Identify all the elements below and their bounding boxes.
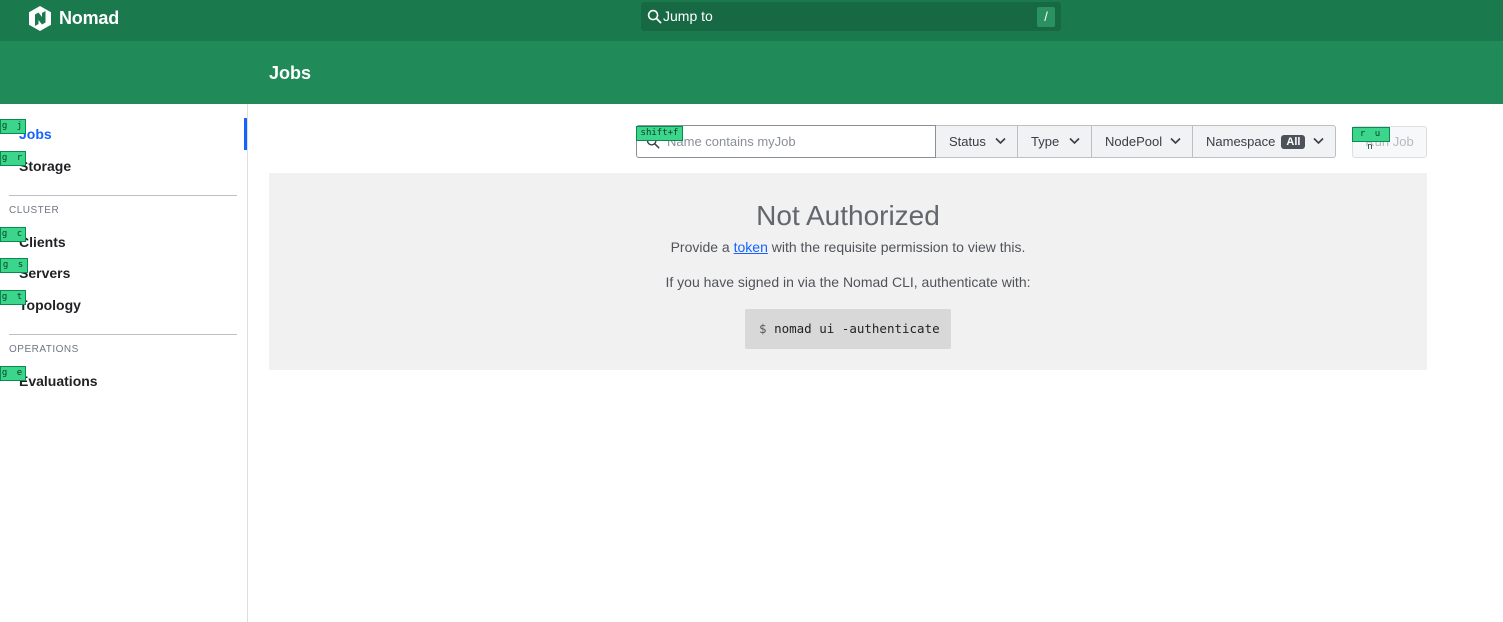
top-navbar: Nomad Jump to / <box>0 0 1503 41</box>
keyboard-hint-evaluations: g e <box>0 366 26 381</box>
filter-nodepool-label: NodePool <box>1105 134 1163 149</box>
keyboard-hint-run: r u n <box>1352 127 1390 152</box>
sidebar-item-topology[interactable]: Topology <box>19 297 81 313</box>
filter-nodepool[interactable]: NodePool <box>1092 125 1193 158</box>
active-indicator <box>244 118 247 150</box>
job-search-input[interactable] <box>667 126 927 157</box>
not-authorized-message: Provide a token with the requisite permi… <box>269 239 1427 255</box>
chevron-down-icon <box>995 137 1006 145</box>
brand-link[interactable]: Nomad <box>29 5 119 31</box>
not-authorized-panel: Not Authorized Provide a token with the … <box>269 173 1427 370</box>
code-command: nomad ui -authenticate <box>774 321 940 336</box>
keyboard-hint-jobs: g j <box>0 119 26 134</box>
section-label-cluster: CLUSTER <box>9 205 60 216</box>
sidebar-divider <box>9 195 237 196</box>
filter-status-label: Status <box>949 134 986 149</box>
filter-type[interactable]: Type <box>1018 125 1092 158</box>
nomad-logo-icon <box>29 5 51 31</box>
sidebar-item-clients[interactable]: Clients <box>19 234 66 250</box>
chevron-down-icon <box>1313 137 1324 145</box>
brand-name: Nomad <box>59 7 120 28</box>
jump-to-search[interactable]: Jump to / <box>641 2 1061 31</box>
sidebar-item-evaluations[interactable]: Evaluations <box>19 373 98 389</box>
filter-type-label: Type <box>1031 134 1060 149</box>
sidebar-item-storage[interactable]: Storage <box>19 158 71 174</box>
message-pre: Provide a <box>670 239 734 255</box>
token-link[interactable]: token <box>734 239 768 255</box>
keyboard-hint-servers: g s <box>0 258 28 273</box>
chevron-down-icon <box>1170 137 1181 145</box>
filter-namespace-label: Namespace <box>1206 134 1276 149</box>
sidebar-divider <box>9 334 237 335</box>
jump-to-placeholder: Jump to <box>663 8 713 24</box>
keyboard-hint-topology: g t <box>0 290 26 305</box>
sidebar: Jobs g j Storage g r CLUSTER Clients g c… <box>0 104 248 622</box>
cli-instructions: If you have signed in via the Nomad CLI,… <box>665 274 1031 290</box>
code-prompt: $ <box>759 321 767 336</box>
chevron-down-icon <box>1069 137 1080 145</box>
page-title: Jobs <box>269 63 312 83</box>
keyboard-hint-clients: g c <box>0 227 26 242</box>
search-icon <box>647 9 662 24</box>
not-authorized-title: Not Authorized <box>756 200 940 231</box>
section-label-operations: OPERATIONS <box>9 344 79 355</box>
filter-namespace[interactable]: Namespace All <box>1193 125 1336 158</box>
keyboard-hint-storage: g r <box>0 151 26 166</box>
cli-command-block: $ nomad ui -authenticate <box>745 309 951 349</box>
namespace-badge: All <box>1281 134 1306 149</box>
page-header: Jobs <box>0 41 1503 104</box>
message-post: with the requisite permission to view th… <box>767 239 1026 255</box>
jump-shortcut-key: / <box>1037 7 1055 27</box>
keyboard-hint-search: shift+f <box>636 126 683 141</box>
filter-status[interactable]: Status <box>936 125 1018 158</box>
